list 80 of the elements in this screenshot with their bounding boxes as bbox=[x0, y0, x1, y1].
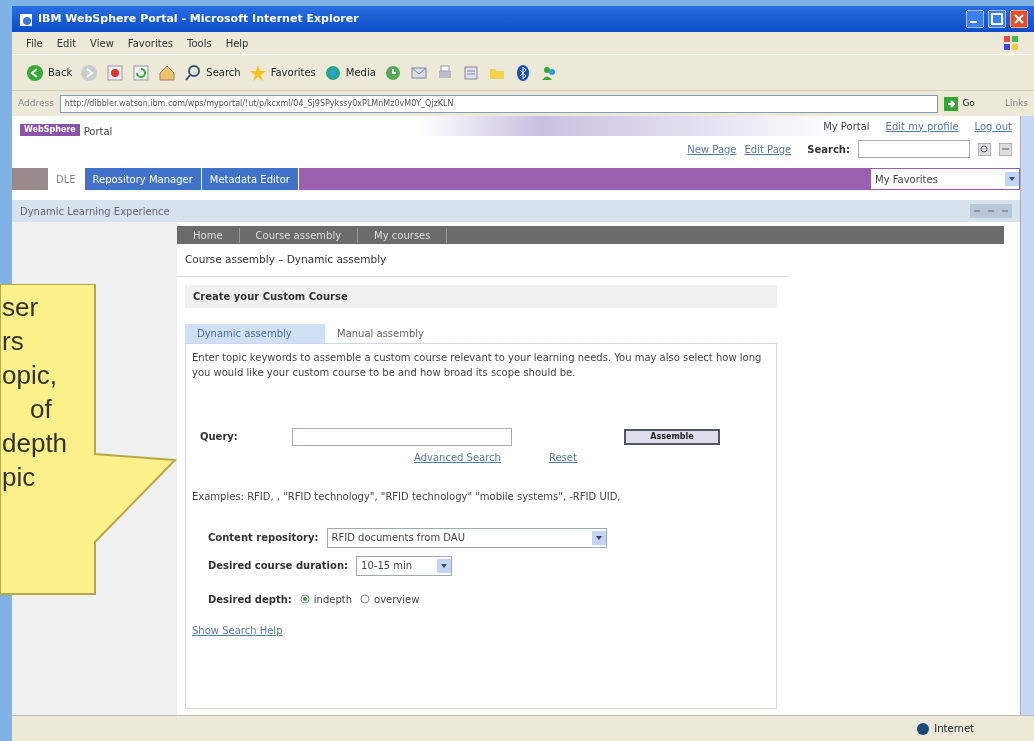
callout-text: rs bbox=[2, 325, 25, 358]
toolbar-button[interactable]: Search bbox=[184, 63, 241, 82]
nav-bar-segment bbox=[12, 168, 48, 190]
breadcrumb-text: Course assembly – Dynamic assembly bbox=[177, 244, 789, 277]
panel-title: Create your Custom Course bbox=[185, 284, 777, 308]
page-link[interactable]: Edit Page bbox=[744, 141, 792, 157]
go-button[interactable]: Go bbox=[944, 96, 975, 111]
menu-item[interactable]: Help bbox=[225, 35, 249, 51]
mode-tab[interactable]: Dynamic assembly bbox=[185, 323, 325, 343]
toolbar-button[interactable]: Media bbox=[323, 63, 376, 82]
search-label: Search: bbox=[807, 142, 850, 157]
portal-logo: WebSphere bbox=[20, 124, 80, 136]
page-link[interactable]: New Page bbox=[687, 141, 737, 157]
intro-text: Enter topic keywords to assemble a custom course relevant to your learning needs. You may also select how long you would like your custom course to be and how broad its scope should be. bbox=[192, 350, 763, 380]
toolbar-button[interactable]: Back bbox=[26, 63, 73, 82]
query-link[interactable]: Advanced Search bbox=[414, 449, 501, 465]
search-icon bbox=[184, 63, 203, 82]
favorites-dropdown[interactable]: My Favorites bbox=[870, 168, 1020, 190]
search-options-icon[interactable] bbox=[999, 142, 1012, 156]
header-link[interactable]: My Portal bbox=[823, 118, 870, 134]
radio-option[interactable]: overview bbox=[360, 591, 420, 607]
dropdown-field[interactable]: 10-15 min bbox=[356, 555, 453, 576]
callout-text: ser bbox=[2, 291, 40, 324]
window-title: IBM WebSphere Portal - Microsoft Internet Explorer bbox=[38, 10, 360, 27]
stop-icon[interactable] bbox=[106, 63, 125, 82]
scrollbar[interactable] bbox=[1020, 116, 1034, 715]
field-label: Content repository: bbox=[208, 531, 319, 546]
search-icon[interactable] bbox=[978, 142, 991, 156]
app-nav-link[interactable]: My courses bbox=[358, 227, 448, 243]
home-icon[interactable] bbox=[158, 63, 177, 82]
header-link[interactable]: Edit my profile bbox=[885, 118, 959, 134]
star-icon bbox=[248, 63, 267, 82]
dropdown-value: RFID documents from DAU bbox=[331, 531, 465, 546]
globe-icon bbox=[916, 721, 931, 736]
header-link[interactable]: Log out bbox=[974, 118, 1012, 134]
nav-tab[interactable]: Repository Manager bbox=[84, 168, 202, 190]
close-icon[interactable] bbox=[1010, 10, 1028, 28]
callout-text: of bbox=[29, 393, 53, 426]
menu-item[interactable]: File bbox=[26, 35, 43, 51]
radio-button[interactable] bbox=[360, 594, 371, 605]
go-arrow-icon bbox=[944, 96, 959, 111]
callout-text: pic bbox=[2, 461, 37, 494]
callout-text: depth bbox=[2, 427, 68, 460]
media-icon bbox=[323, 63, 342, 82]
menu-item[interactable]: Edit bbox=[56, 35, 77, 51]
callout-text: opic, bbox=[2, 359, 58, 392]
examples-text: Examples: RFID, , "RFID technology", "RFID technology" "mobile systems", -RFID UID, bbox=[192, 489, 622, 504]
menu-item[interactable]: View bbox=[90, 35, 114, 51]
query-label: Query: bbox=[200, 430, 239, 445]
document-icon[interactable] bbox=[461, 63, 480, 82]
history-icon[interactable] bbox=[383, 63, 402, 82]
windows-logo-icon bbox=[1002, 34, 1020, 52]
nav-tab[interactable]: Metadata Editor bbox=[201, 168, 299, 190]
help-link[interactable]: Show Search Help bbox=[192, 622, 283, 638]
query-link[interactable]: Reset bbox=[548, 449, 577, 465]
toolbar-button[interactable]: Favorites bbox=[248, 63, 316, 82]
dropdown-value: 10-15 min bbox=[361, 559, 413, 574]
refresh-icon[interactable] bbox=[132, 63, 151, 82]
nav-tab[interactable]: DLE bbox=[48, 168, 85, 190]
app-nav-link[interactable]: Home bbox=[177, 227, 240, 243]
search-field[interactable] bbox=[858, 140, 970, 158]
field-label: Desired course duration: bbox=[208, 559, 349, 574]
back-icon bbox=[26, 63, 44, 82]
menu-item[interactable]: Favorites bbox=[127, 35, 173, 51]
app-nav-link[interactable]: Course assembly bbox=[239, 227, 359, 243]
ie-icon bbox=[18, 12, 32, 26]
address-field[interactable]: http://dibbler.watson.ibm.com/wps/myportal/!ut/p/kcxml/04_Sj9SPykssy0xPLMnMz0vM0Y_QjzKLN bbox=[59, 94, 939, 113]
favorites-label: My Favorites bbox=[875, 172, 938, 187]
assemble-button[interactable]: Assemble bbox=[624, 428, 720, 445]
dropdown-field[interactable]: RFID documents from DAU bbox=[326, 527, 607, 548]
query-field[interactable] bbox=[292, 427, 512, 446]
radio-option[interactable]: indepth bbox=[299, 591, 353, 607]
depth-label: Desired depth: bbox=[208, 592, 292, 607]
portal-name: Portal bbox=[83, 125, 113, 139]
portlet-title: Dynamic Learning Experience bbox=[20, 204, 171, 219]
menu-item[interactable]: Tools bbox=[187, 35, 212, 51]
forward-icon[interactable] bbox=[80, 63, 99, 82]
address-label: Address bbox=[18, 96, 54, 110]
status-zone: Internet bbox=[934, 722, 974, 736]
radio-button[interactable] bbox=[299, 594, 310, 605]
